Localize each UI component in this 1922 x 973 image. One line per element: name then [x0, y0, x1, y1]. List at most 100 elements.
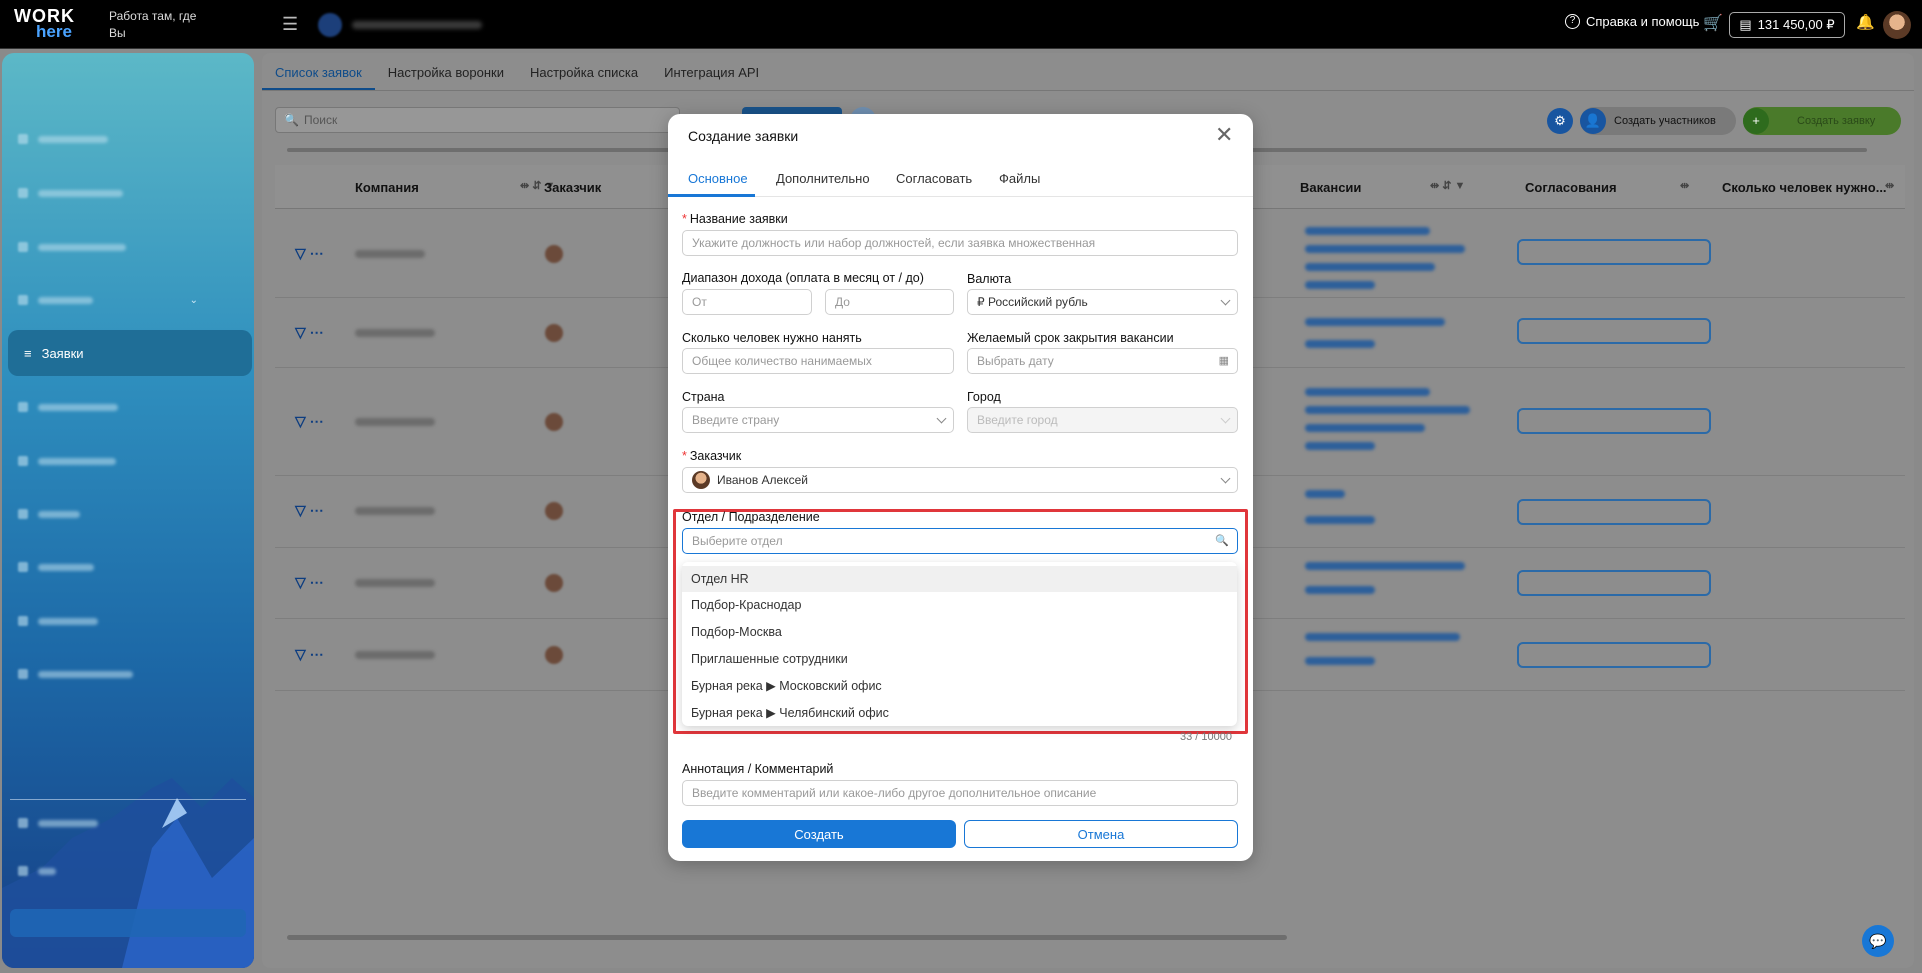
sidebar-item-label-blurred [38, 670, 133, 678]
char-counter: 33 / 10000 [1180, 731, 1232, 743]
tab-additional[interactable]: Дополнительно [776, 171, 870, 186]
avatar [545, 245, 563, 263]
search-icon: 🔍 [284, 113, 299, 127]
tab-funnel-settings[interactable]: Настройка воронки [375, 53, 517, 90]
sidebar-item-label-blurred [38, 819, 98, 827]
column-resize-icon[interactable]: ⇹ [1680, 179, 1689, 192]
row-actions[interactable]: ▽ ⋯ [295, 324, 324, 341]
tab-main[interactable]: Основное [688, 171, 748, 186]
row-actions[interactable]: ▽ ⋯ [295, 245, 324, 262]
tab-requests-list[interactable]: Список заявок [262, 53, 375, 90]
balance-value: 131 450,00 ₽ [1757, 17, 1835, 32]
dept-dropdown: Отдел HR Подбор-Краснодар Подбор-Москва … [682, 562, 1237, 726]
sidebar-item-12[interactable] [18, 815, 198, 831]
name-input[interactable]: Укажите должность или набор должностей, … [682, 230, 1238, 256]
column-resize-icon[interactable]: ⇹ [1885, 179, 1894, 192]
user-avatar[interactable] [1883, 11, 1911, 39]
customer-select[interactable]: Иванов Алексей [682, 467, 1238, 493]
column-vacancies[interactable]: Вакансии [1300, 180, 1361, 195]
chevron-down-icon [1220, 295, 1231, 306]
sidebar-item-requests[interactable]: ≡ Заявки [8, 330, 252, 376]
sidebar-item-11[interactable] [18, 666, 198, 682]
help-icon: ? [1565, 14, 1580, 29]
sidebar-item-7[interactable] [18, 453, 198, 469]
sidebar-item-13[interactable] [18, 863, 198, 879]
table-scrollbar-bottom[interactable] [287, 935, 1287, 940]
sidebar-item-1[interactable] [18, 131, 198, 147]
sidebar-item-6[interactable] [18, 399, 198, 415]
logo[interactable]: WORK here [14, 7, 78, 40]
create-request-button[interactable]: + Создать заявку [1743, 107, 1901, 135]
headcount-input[interactable]: Общее количество нанимаемых [682, 348, 954, 374]
sidebar-item-9[interactable] [18, 559, 198, 575]
sidebar-item-4[interactable]: ⌄ [18, 292, 198, 308]
wallet-icon: ▤ [1739, 17, 1752, 32]
cell-blurred [1305, 406, 1470, 414]
create-button[interactable]: Создать [682, 820, 956, 848]
tab-files[interactable]: Файлы [999, 171, 1040, 186]
dept-option[interactable]: Подбор-Москва [682, 619, 1237, 645]
cell-blurred [355, 250, 425, 258]
row-actions[interactable]: ▽ ⋯ [295, 413, 324, 430]
dept-option[interactable]: Приглашенные сотрудники [682, 646, 1237, 672]
deadline-input[interactable]: Выбрать дату ▦ [967, 348, 1238, 374]
dept-option[interactable]: Отдел HR [682, 566, 1237, 592]
sidebar-item-label-blurred [38, 189, 123, 197]
income-to-input[interactable]: До [825, 289, 954, 315]
create-request-modal: Создание заявки ✕ Основное Дополнительно… [668, 114, 1253, 861]
row-actions[interactable]: ▽ ⋯ [295, 574, 324, 591]
chevron-down-icon [1220, 473, 1231, 484]
required-mark: * [682, 449, 687, 463]
tab-api-integration[interactable]: Интеграция API [651, 53, 772, 90]
column-approvals[interactable]: Согласования [1525, 180, 1617, 195]
row-actions[interactable]: ▽ ⋯ [295, 502, 324, 519]
cell-blurred [1305, 586, 1375, 594]
sidebar-item-8[interactable] [18, 506, 198, 522]
help-link[interactable]: ? Справка и помощь [1565, 14, 1699, 29]
balance-button[interactable]: ▤ 131 450,00 ₽ [1729, 12, 1845, 38]
chevron-down-icon [1220, 413, 1231, 424]
sidebar-item-3[interactable] [18, 239, 198, 255]
dept-search-input[interactable]: Выберите отдел 🔍 [682, 528, 1238, 554]
dept-option[interactable]: Бурная река ▶ Московский офис [682, 672, 1237, 698]
column-headcount[interactable]: Сколько человек нужно... [1722, 180, 1887, 195]
name-label-text: Название заявки [689, 212, 788, 226]
required-mark: * [682, 212, 687, 226]
country-select[interactable]: Введите страну [682, 407, 954, 433]
cell-blurred [1305, 562, 1465, 570]
menu-toggle-icon[interactable]: ☰ [282, 15, 300, 33]
city-placeholder: Введите город [977, 413, 1058, 427]
column-company[interactable]: Компания [355, 180, 419, 195]
close-icon[interactable]: ✕ [1215, 124, 1233, 146]
bell-icon[interactable]: 🔔 [1856, 13, 1875, 31]
column-resize-icon[interactable]: ⇹ ⇵ ▼ [1430, 179, 1465, 192]
sidebar-item-2[interactable] [18, 185, 198, 201]
modal-tabs: Основное Дополнительно Согласовать Файлы [668, 160, 1253, 197]
comment-input[interactable]: Введите комментарий или какое-либо друго… [682, 780, 1238, 806]
settings-button[interactable]: ⚙ [1547, 107, 1575, 135]
row-actions[interactable]: ▽ ⋯ [295, 646, 324, 663]
cancel-button[interactable]: Отмена [964, 820, 1238, 848]
cell-blurred [1305, 490, 1345, 498]
city-label: Город [967, 390, 1001, 404]
dept-option[interactable]: Подбор-Краснодар [682, 592, 1237, 618]
dept-option[interactable]: Бурная река ▶ Челябинский офис [682, 699, 1237, 725]
income-label: Диапазон дохода (оплата в месяц от / до) [682, 271, 924, 285]
sidebar-promo-button[interactable] [10, 909, 246, 937]
column-customer[interactable]: Заказчик [544, 180, 601, 195]
sidebar-item-10[interactable] [18, 613, 198, 629]
status-badge [1517, 318, 1711, 344]
tab-list-settings[interactable]: Настройка списка [517, 53, 651, 90]
sidebar-item-icon [18, 242, 28, 252]
company-selector[interactable] [318, 13, 488, 37]
create-participants-button[interactable]: 👤 Создать участников [1580, 107, 1736, 135]
sidebar-item-icon [18, 669, 28, 679]
cart-icon[interactable]: 🛒 [1703, 13, 1723, 33]
tab-approve[interactable]: Согласовать [896, 171, 972, 186]
currency-select[interactable]: ₽ Российский рубль [967, 289, 1238, 315]
sidebar-item-label-blurred [38, 457, 116, 465]
income-from-input[interactable]: От [682, 289, 812, 315]
chat-icon[interactable]: 💬 [1862, 925, 1894, 957]
income-from-placeholder: От [692, 295, 707, 309]
search-input[interactable]: 🔍 Поиск [275, 107, 680, 133]
